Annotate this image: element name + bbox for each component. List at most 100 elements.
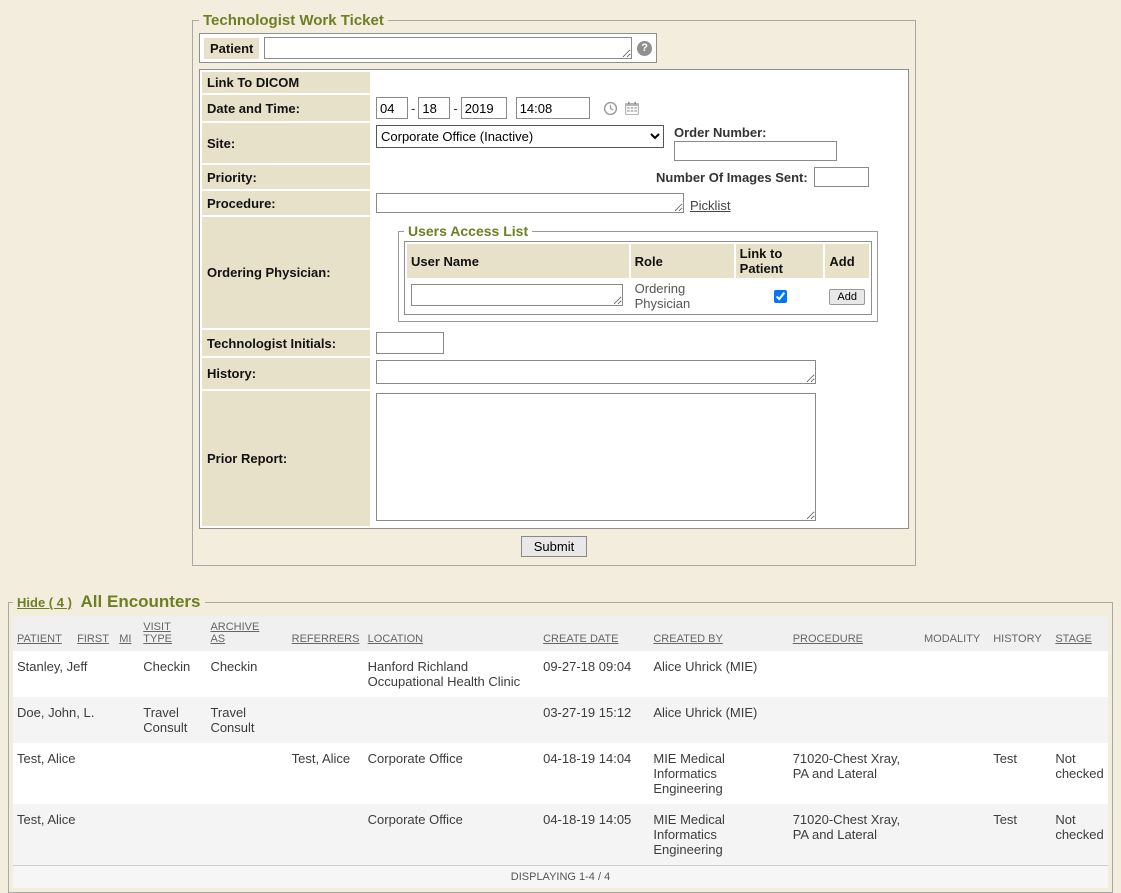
- sort-link-procedure[interactable]: PROCEDURE: [793, 633, 863, 645]
- time-input[interactable]: [516, 97, 590, 119]
- cell-stage: Not checked: [1051, 804, 1108, 866]
- col-create-date: CREATE DATE: [539, 616, 649, 651]
- submit-button[interactable]: Submit: [521, 536, 587, 557]
- date-day-input[interactable]: [418, 97, 450, 119]
- work-ticket-form: Technologist Work Ticket Patient ? Link …: [192, 12, 916, 566]
- encounters-table: PATIENT FIRST MI VISIT TYPE ARCHIVE AS REFERR…: [13, 616, 1108, 888]
- cell-procedure: [789, 697, 920, 743]
- encounter-row[interactable]: Stanley, JeffCheckinCheckinHanford Richl…: [13, 651, 1108, 697]
- cell-referrers: Test, Alice: [288, 743, 364, 804]
- patient-row: Patient ?: [199, 33, 657, 63]
- all-encounters-title: All Encounters: [81, 592, 201, 611]
- cell-procedure: [789, 651, 920, 697]
- order-number-input[interactable]: [674, 141, 837, 161]
- site-select[interactable]: Corporate Office (Inactive): [376, 125, 664, 148]
- col-label-history: HISTORY: [993, 633, 1042, 645]
- cell-patient-name: Stanley, Jeff: [13, 651, 139, 697]
- date-year-input[interactable]: [461, 97, 507, 119]
- work-ticket-legend: Technologist Work Ticket: [199, 12, 388, 29]
- cell-archive-as: [206, 743, 287, 804]
- link-to-dicom-spacer: [372, 72, 906, 93]
- link-to-patient-checkbox[interactable]: [774, 290, 787, 303]
- col-created-by: CREATED BY: [649, 616, 788, 651]
- col-visit-type: VISIT TYPE: [139, 616, 206, 651]
- col-referrers: REFERRERS: [288, 616, 364, 651]
- history-input[interactable]: [376, 360, 816, 384]
- cell-create-date: 03-27-19 15:12: [539, 697, 649, 743]
- images-sent-label: Number Of Images Sent:: [656, 170, 808, 185]
- cell-archive-as: Travel Consult: [206, 697, 287, 743]
- order-number-label: Order Number:: [674, 125, 837, 140]
- users-access-table: User Name Role Link to Patient Add Order…: [404, 241, 872, 315]
- cell-modality: [920, 651, 989, 697]
- picklist-link[interactable]: Picklist: [690, 198, 730, 213]
- encounter-row[interactable]: Doe, John, L.Travel ConsultTravel Consul…: [13, 697, 1108, 743]
- table-pagination-status: DISPLAYING 1-4 / 4: [13, 866, 1108, 889]
- sort-link-visit-type[interactable]: VISIT TYPE: [143, 621, 193, 645]
- cell-location: Corporate Office: [364, 804, 539, 866]
- col-add: Add: [825, 244, 869, 278]
- ordering-physician-label: Ordering Physician:: [202, 217, 370, 328]
- images-sent-input[interactable]: [814, 167, 869, 187]
- sort-link-patient[interactable]: PATIENT: [17, 633, 62, 645]
- prior-report-label: Prior Report:: [202, 391, 370, 526]
- prior-report-input[interactable]: [376, 393, 816, 521]
- cell-referrers: [288, 651, 364, 697]
- question-help-icon[interactable]: ?: [637, 41, 652, 56]
- sort-link-create-date[interactable]: CREATE DATE: [543, 633, 618, 645]
- cell-history: Test: [989, 804, 1051, 866]
- cell-create-date: 09-27-18 09:04: [539, 651, 649, 697]
- col-procedure: PROCEDURE: [789, 616, 920, 651]
- cell-created-by: MIE Medical Informatics Engineering: [649, 743, 788, 804]
- col-role: Role: [631, 244, 734, 278]
- users-access-list: Users Access List User Name Role Link to…: [398, 223, 878, 322]
- cell-location: Hanford Richland Occupational Health Cli…: [364, 651, 539, 697]
- patient-input[interactable]: [264, 37, 632, 59]
- cell-stage: Not checked: [1051, 743, 1108, 804]
- col-first: FIRST: [73, 616, 115, 651]
- cell-created-by: Alice Uhrick (MIE): [649, 697, 788, 743]
- col-history: HISTORY: [989, 616, 1051, 651]
- cell-patient-name: Test, Alice: [13, 804, 139, 866]
- sort-link-archive-as[interactable]: ARCHIVE AS: [210, 621, 260, 645]
- procedure-input[interactable]: [376, 193, 684, 213]
- cell-patient-name: Doe, John, L.: [13, 697, 139, 743]
- cell-create-date: 04-18-19 14:04: [539, 743, 649, 804]
- cell-archive-as: Checkin: [206, 651, 287, 697]
- users-access-list-legend: Users Access List: [404, 223, 532, 239]
- sort-link-created-by[interactable]: CREATED BY: [653, 633, 722, 645]
- cell-stage: [1051, 697, 1108, 743]
- cell-stage: [1051, 651, 1108, 697]
- sort-link-stage[interactable]: STAGE: [1055, 633, 1091, 645]
- user-name-input[interactable]: [411, 284, 623, 306]
- col-link-to-patient: Link to Patient: [736, 244, 824, 278]
- all-encounters-legend: Hide ( 4 ) All Encounters: [13, 592, 205, 612]
- encounter-row[interactable]: Test, AliceTest, AliceCorporate Office04…: [13, 743, 1108, 804]
- date-month-input[interactable]: [376, 97, 408, 119]
- tech-initials-input[interactable]: [376, 332, 444, 354]
- cell-procedure: 71020-Chest Xray, PA and Lateral: [789, 804, 920, 866]
- link-to-dicom-table: Link To DICOM Date and Time: - -: [199, 69, 909, 529]
- priority-label: Priority:: [202, 165, 370, 189]
- sort-link-mi[interactable]: MI: [119, 633, 131, 645]
- cell-history: Test: [989, 743, 1051, 804]
- col-archive-as: ARCHIVE AS: [206, 616, 287, 651]
- cell-referrers: [288, 804, 364, 866]
- cell-history: [989, 697, 1051, 743]
- sort-link-referrers[interactable]: REFERRERS: [292, 633, 360, 645]
- hide-encounters-link[interactable]: Hide ( 4 ): [17, 595, 72, 610]
- patient-label: Patient: [204, 38, 259, 59]
- sort-link-location[interactable]: LOCATION: [368, 633, 423, 645]
- clock-icon[interactable]: [603, 101, 618, 116]
- add-user-button[interactable]: Add: [829, 289, 865, 305]
- cell-visit-type: [139, 804, 206, 866]
- col-mi: MI: [115, 616, 139, 651]
- sort-link-first[interactable]: FIRST: [77, 633, 109, 645]
- cell-history: [989, 651, 1051, 697]
- procedure-label: Procedure:: [202, 191, 370, 215]
- calendar-icon[interactable]: [624, 101, 640, 116]
- date-separator: -: [411, 101, 415, 116]
- encounter-row[interactable]: Test, AliceCorporate Office04-18-19 14:0…: [13, 804, 1108, 866]
- cell-modality: [920, 804, 989, 866]
- col-patient: PATIENT: [13, 616, 73, 651]
